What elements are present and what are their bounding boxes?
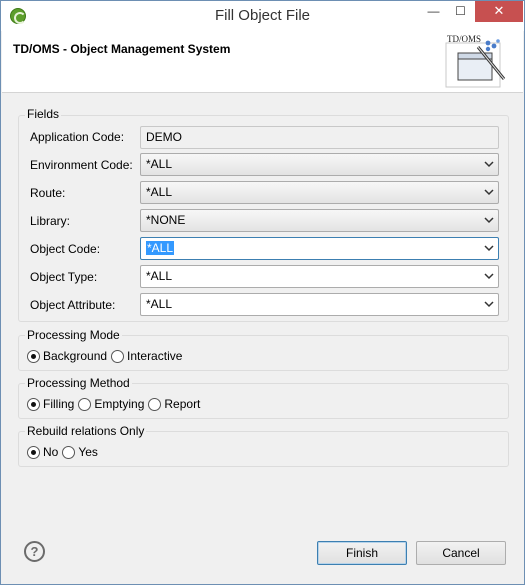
radio-label: Background (43, 349, 108, 363)
object-attribute-combo[interactable]: *ALL (140, 293, 499, 316)
radio-no[interactable]: No (27, 445, 58, 459)
chevron-down-icon (484, 189, 494, 196)
processing-method-legend: Processing Method (25, 376, 132, 390)
dialog-window: Fill Object File — ☐ ✕ TD/OMS - Object M… (0, 0, 525, 585)
object-type-value: *ALL (146, 269, 173, 283)
route-dropdown[interactable]: *ALL (140, 181, 499, 204)
environment-code-dropdown[interactable]: *ALL (140, 153, 499, 176)
radio-label: No (43, 445, 59, 459)
radio-button[interactable] (27, 445, 40, 459)
wizard-header: TD/OMS - Object Management System TD/OMS (2, 31, 523, 93)
application-code-label: Application Code: (30, 130, 125, 144)
radio-label: Yes (78, 445, 98, 459)
tdoms-banner-icon: TD/OMS (445, 34, 506, 88)
library-dropdown[interactable]: *NONE (140, 209, 499, 232)
radio-yes[interactable]: Yes (62, 445, 98, 459)
radio-button[interactable] (78, 397, 92, 411)
radio-button[interactable] (148, 397, 162, 411)
radio-label: Interactive (127, 349, 183, 363)
route-label: Route: (30, 186, 66, 200)
object-type-label: Object Type: (30, 270, 98, 284)
chevron-down-icon (484, 245, 494, 252)
radio-emptying[interactable]: Emptying (78, 397, 144, 411)
processing-mode-options: Background Interactive (27, 349, 186, 363)
radio-filling[interactable]: Filling (27, 397, 74, 411)
application-code-field: DEMO (140, 126, 499, 149)
header-title: TD/OMS - Object Management System (13, 42, 231, 56)
title-bar[interactable]: Fill Object File — ☐ ✕ (1, 1, 524, 31)
radio-label: Filling (43, 397, 75, 411)
close-button[interactable]: ✕ (475, 1, 523, 22)
environment-code-label: Environment Code: (30, 158, 133, 172)
radio-button[interactable] (111, 349, 125, 363)
maximize-button[interactable]: ☐ (447, 1, 474, 22)
radio-label: Report (164, 397, 201, 411)
library-value: *NONE (146, 213, 186, 227)
object-attribute-value: *ALL (146, 297, 173, 311)
radio-label: Emptying (94, 397, 145, 411)
object-code-value[interactable]: *ALL (146, 241, 175, 255)
banner-text: TD/OMS (447, 34, 481, 44)
rebuild-relations-legend: Rebuild relations Only (25, 424, 147, 438)
rebuild-relations-options: No Yes (27, 445, 102, 459)
finish-button-label: Finish (345, 546, 378, 560)
finish-button[interactable]: Finish (317, 541, 407, 565)
application-code-value: DEMO (146, 130, 182, 144)
chevron-down-icon (484, 273, 494, 280)
environment-code-value: *ALL (146, 157, 173, 171)
object-code-combo[interactable]: *ALL (140, 237, 499, 260)
processing-mode-legend: Processing Mode (25, 328, 122, 342)
processing-method-options: Filling Emptying Report (27, 397, 204, 411)
chevron-down-icon (484, 161, 494, 168)
object-code-label: Object Code: (30, 242, 101, 256)
object-type-combo[interactable]: *ALL (140, 265, 499, 288)
radio-report[interactable]: Report (148, 397, 200, 411)
radio-button[interactable] (27, 349, 40, 363)
library-label: Library: (30, 214, 71, 228)
cancel-button-label: Cancel (442, 546, 480, 560)
radio-interactive[interactable]: Interactive (111, 349, 182, 363)
help-icon[interactable]: ? (24, 541, 45, 562)
object-attribute-label: Object Attribute: (30, 298, 116, 312)
chevron-down-icon (484, 217, 494, 224)
route-value: *ALL (146, 185, 173, 199)
fields-legend: Fields (25, 107, 62, 121)
minimize-button[interactable]: — (420, 1, 447, 22)
radio-button[interactable] (27, 397, 40, 411)
cancel-button[interactable]: Cancel (416, 541, 506, 565)
radio-button[interactable] (62, 445, 76, 459)
chevron-down-icon (484, 301, 494, 308)
radio-background[interactable]: Background (27, 349, 107, 363)
